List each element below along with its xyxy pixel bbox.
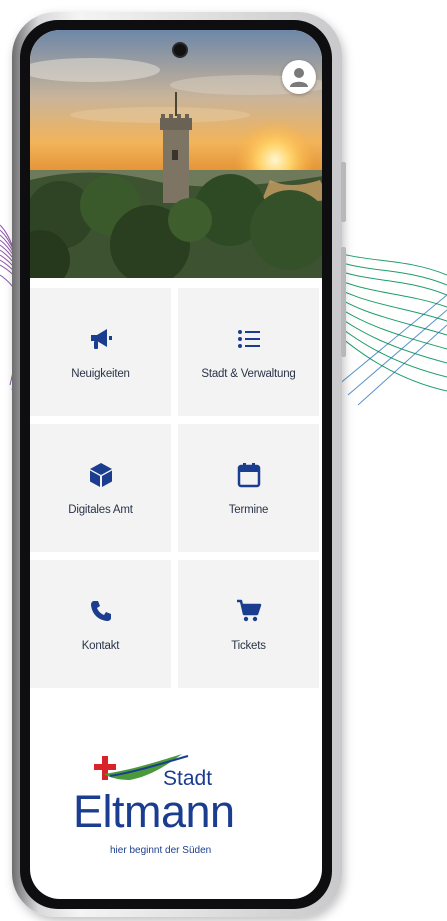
menu-grid: Neuigkeiten Stadt & Verwaltung Digitales… [30,278,322,688]
megaphone-icon [90,329,112,349]
cart-icon [236,599,261,622]
menu-tile-label: Termine [228,504,269,516]
menu-tile-label: Neuigkeiten [71,368,130,380]
menu-tile-tickets[interactable]: Tickets [178,560,319,688]
profile-button[interactable] [282,60,316,94]
menu-tile-label: Kontakt [81,640,120,652]
menu-tile-stadt-verwaltung[interactable]: Stadt & Verwaltung [178,288,319,416]
logo-tagline: hier beginnt der Süden [110,845,212,856]
menu-tile-label: Stadt & Verwaltung [201,368,296,380]
front-camera [174,44,186,56]
menu-tile-label: Tickets [231,640,266,652]
calendar-icon [237,463,260,488]
phone-side-button [341,162,346,222]
city-logo: Stadt Eltmann hier beginnt der Süden [30,720,322,899]
menu-tile-digitales-amt[interactable]: Digitales Amt [30,424,171,552]
phone-volume-button [341,247,346,357]
hero-image [30,30,322,278]
menu-tile-label: Digitales Amt [68,504,133,516]
user-icon [290,68,308,87]
phone-icon [90,601,111,621]
list-icon [237,330,260,348]
phone-bezel: Neuigkeiten Stadt & Verwaltung Digitales… [20,20,332,909]
cube-icon [89,463,112,487]
logo-word-name: Eltmann [73,786,235,837]
menu-tile-kontakt[interactable]: Kontakt [30,560,171,688]
menu-tile-neuigkeiten[interactable]: Neuigkeiten [30,288,171,416]
phone-frame: Neuigkeiten Stadt & Verwaltung Digitales… [12,12,346,917]
menu-tile-termine[interactable]: Termine [178,424,319,552]
app-screen: Neuigkeiten Stadt & Verwaltung Digitales… [30,30,322,899]
